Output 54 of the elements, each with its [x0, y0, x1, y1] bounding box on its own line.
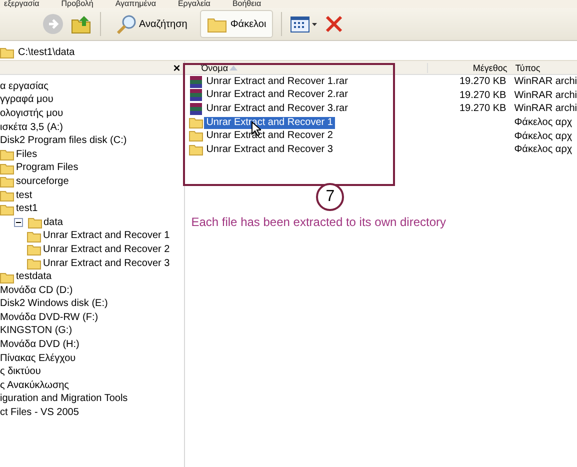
file-name[interactable]: Unrar Extract and Recover 1 — [204, 116, 335, 129]
file-type: WinRAR archi — [514, 76, 577, 88]
file-name[interactable]: Unrar Extract and Recover 3 — [204, 144, 335, 156]
step-number: 7 — [316, 183, 344, 211]
tree-item[interactable]: ολογιστής μου — [0, 108, 64, 120]
tree-item[interactable]: Program Files — [16, 162, 78, 174]
menu-item[interactable]: Προβολή — [61, 0, 94, 8]
tree-item[interactable]: Disk2 Program files disk (C:) — [0, 135, 127, 148]
tree-item[interactable]: Μονάδα CD (D:) — [0, 284, 73, 297]
tree-item[interactable]: test — [16, 190, 32, 202]
tree-item[interactable]: Disk2 Windows disk (E:) — [0, 298, 108, 310]
search-button[interactable]: Αναζήτηση — [109, 10, 194, 38]
file-type: WinRAR archi — [514, 103, 577, 114]
folders-button[interactable]: Φάκελοι — [200, 10, 274, 38]
file-size: 19.270 KB — [459, 90, 506, 101]
tree-item[interactable]: Unrar Extract and Recover 2 — [43, 244, 170, 256]
tree-item[interactable]: iguration and Migration Tools — [0, 393, 128, 406]
file-name[interactable]: Unrar Extract and Recover 1.rar — [204, 76, 350, 88]
file-name[interactable]: Unrar Extract and Recover 3.rar — [204, 102, 350, 115]
menu-item[interactable]: Βοήθεια — [232, 0, 262, 8]
tree-item[interactable]: sourceforge — [16, 176, 69, 188]
file-name[interactable]: Unrar Extract and Recover 2.rar — [204, 89, 350, 102]
address-text: C:\test1\data — [18, 46, 75, 58]
tree-item[interactable]: test1 — [16, 203, 38, 216]
file-type: Φάκελος αρχ — [514, 117, 572, 128]
file-type: WinRAR archi — [514, 90, 577, 101]
tree-item[interactable]: data — [44, 216, 63, 229]
tree-item[interactable]: ς δικτύου — [0, 366, 41, 378]
tree-item[interactable]: γγραφά μου — [0, 94, 54, 106]
tree-item[interactable]: KINGSTON (G:) — [0, 325, 72, 338]
menu-item[interactable]: εξεργασία — [4, 0, 40, 8]
tree-item[interactable]: Files — [16, 148, 38, 161]
tree-item[interactable]: Πίνακας Ελέγχου — [0, 352, 76, 365]
tree-item[interactable]: Μονάδα DVD (H:) — [0, 339, 80, 352]
tree-item[interactable]: Unrar Extract and Recover 3 — [43, 258, 170, 270]
tree-item[interactable]: Unrar Extract and Recover 1 — [43, 230, 170, 242]
file-size: 19.270 KB — [459, 76, 506, 88]
tree-item[interactable]: ct Files - VS 2005 — [0, 407, 79, 420]
tree-item[interactable]: ς Ανακύκλωσης — [0, 380, 69, 392]
tree-item[interactable]: Μονάδα DVD-RW (F:) — [0, 312, 98, 324]
column-header[interactable]: Τύπος — [507, 62, 577, 72]
file-size: 19.270 KB — [459, 103, 506, 114]
file-name[interactable]: Unrar Extract and Recover 2 — [204, 130, 335, 142]
tree-item[interactable]: testdata — [16, 271, 52, 284]
close-button[interactable]: × — [173, 61, 180, 74]
caption-text: Each file has been extracted to its own directory — [190, 215, 446, 229]
tree-item[interactable]: α εργασίας — [0, 80, 48, 93]
column-header[interactable]: Όνομα — [189, 62, 428, 72]
file-type: Φάκελος αρχ — [514, 130, 572, 142]
tree-item[interactable]: ισκέτα 3,5 (A:) — [0, 122, 64, 134]
file-type: Φάκελος αρχ — [514, 144, 572, 156]
menu-item[interactable]: Εργαλεία — [178, 0, 210, 8]
menu-item[interactable]: Αγαπημένα — [115, 0, 156, 8]
column-header[interactable]: Μέγεθος — [427, 62, 508, 72]
